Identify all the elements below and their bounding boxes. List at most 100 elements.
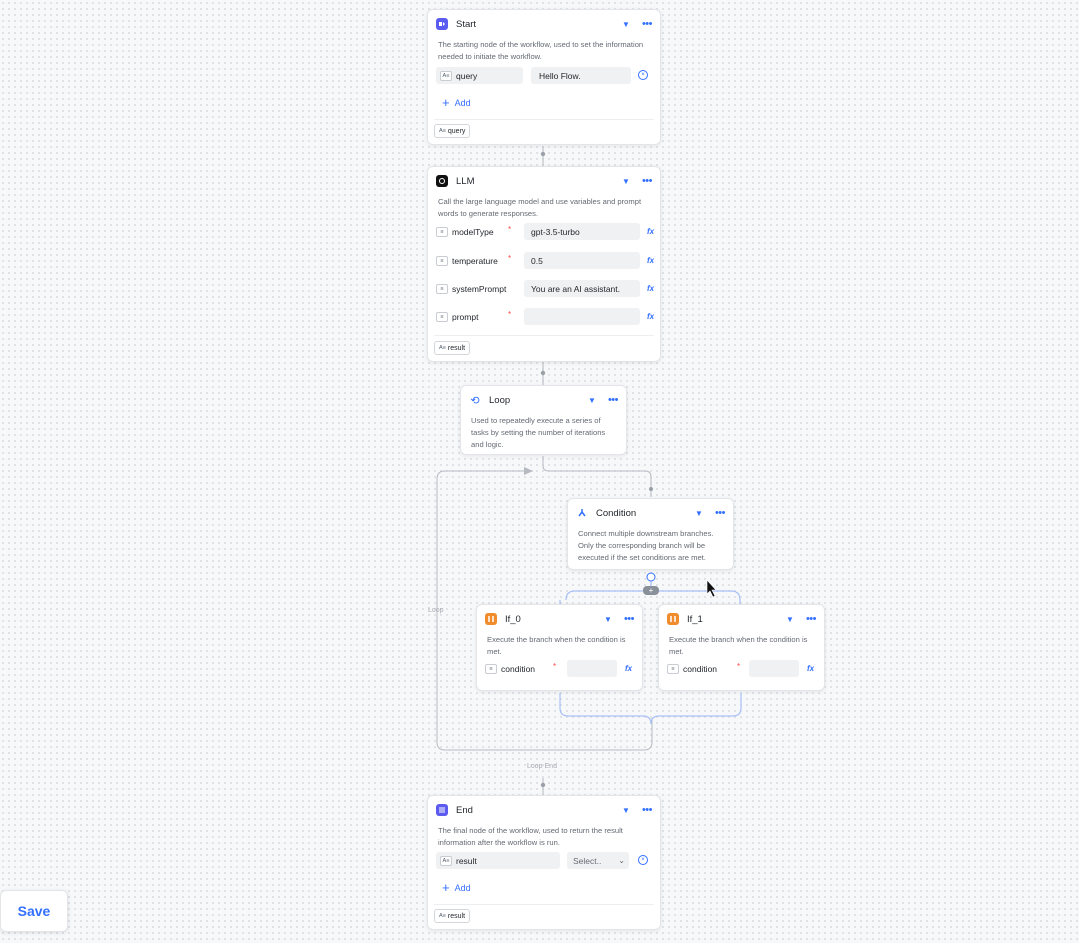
node-description: Execute the branch when the condition is… [487, 635, 626, 656]
if1-node[interactable]: If_1 ▼ ••• Execute the branch when the c… [658, 604, 825, 691]
output-name: query [447, 127, 466, 135]
edge-if0-merge [559, 693, 652, 725]
more-icon[interactable]: ••• [642, 19, 653, 30]
save-button[interactable]: Save [0, 890, 68, 932]
param-row: ≡ prompt fx [436, 308, 656, 325]
more-icon[interactable]: ••• [806, 614, 817, 625]
param-value-input[interactable]: 0.5 [524, 252, 640, 269]
select-placeholder: Select.. [573, 855, 602, 866]
more-icon[interactable]: ••• [642, 176, 653, 187]
param-type-icon: ≡ [436, 311, 448, 322]
chevron-down-icon[interactable]: ▼ [695, 509, 703, 518]
param-value-input[interactable] [524, 308, 640, 325]
param-type-icon: ≡ [485, 663, 497, 674]
loop-end-label: Loop End [527, 763, 557, 770]
node-title: LLM [456, 175, 475, 187]
variable-name-field[interactable]: A≡ result [436, 852, 560, 869]
variable-name-field[interactable]: A≡ query [436, 67, 523, 84]
chevron-down-icon[interactable]: ▼ [622, 177, 630, 186]
chevron-down-icon[interactable]: ▼ [622, 806, 630, 815]
divider [434, 335, 654, 336]
node-title: If_0 [505, 613, 521, 625]
param-type-icon: ≡ [436, 283, 448, 294]
start-icon [436, 18, 448, 30]
variable-name: result [456, 855, 477, 866]
more-icon[interactable]: ••• [715, 508, 726, 519]
node-title: If_1 [687, 613, 703, 625]
loop-edge-label: Loop [428, 607, 444, 614]
clear-icon[interactable]: × [638, 70, 648, 80]
condition-input[interactable] [567, 660, 617, 677]
param-row: ≡ temperature 0.5 fx [436, 252, 656, 269]
node-description: The starting node of the workflow, used … [438, 40, 644, 61]
more-icon[interactable]: ••• [624, 614, 635, 625]
fx-icon[interactable]: fx [647, 256, 654, 265]
fx-icon[interactable]: fx [647, 312, 654, 321]
divider [434, 904, 654, 905]
param-row: ≡ systemPrompt You are an AI assistant. … [436, 280, 656, 297]
condition-input[interactable] [749, 660, 799, 677]
string-type-icon: A≡ [439, 913, 446, 919]
param-row: ≡ condition fx [667, 660, 817, 677]
output-pill: A≡ query [434, 124, 471, 138]
clear-icon[interactable]: × [638, 855, 648, 865]
param-row: ≡ modelType gpt-3.5-turbo fx [436, 223, 656, 240]
required-mark: * [508, 225, 512, 234]
node-description: Execute the branch when the condition is… [669, 635, 808, 656]
chevron-down-icon[interactable]: ▼ [604, 615, 612, 624]
start-node[interactable]: Start ▼ ••• The starting node of the wor… [427, 9, 661, 145]
chevron-down-icon[interactable]: ▼ [588, 396, 596, 405]
more-icon[interactable]: ••• [608, 395, 619, 406]
fx-icon[interactable]: fx [625, 664, 632, 673]
param-name: systemPrompt [452, 283, 507, 294]
if-icon [485, 613, 497, 625]
node-description: Used to repeatedly execute a series of t… [471, 416, 606, 449]
add-label: Add [454, 883, 471, 893]
output-name: result [447, 344, 466, 352]
add-variable-button[interactable]: + Add [442, 95, 471, 110]
string-type-icon: A≡ [440, 855, 452, 866]
required-mark: * [508, 254, 512, 263]
if0-node[interactable]: If_0 ▼ ••• Execute the branch when the c… [476, 604, 643, 691]
param-name: temperature [452, 255, 498, 266]
output-pill: A≡ result [434, 341, 471, 355]
chevron-down-icon[interactable]: ▼ [786, 615, 794, 624]
llm-node[interactable]: LLM ▼ ••• Call the large language model … [427, 166, 661, 362]
string-type-icon: A≡ [440, 70, 452, 81]
param-value-input[interactable]: You are an AI assistant. [524, 280, 640, 297]
loop-icon: ⟲ [469, 394, 481, 407]
param-type-icon: ≡ [436, 226, 448, 237]
variable-value-input[interactable]: Hello Flow. [531, 67, 631, 84]
divider [434, 119, 654, 120]
fx-icon[interactable]: fx [647, 284, 654, 293]
node-description: The final node of the workflow, used to … [438, 826, 623, 847]
required-mark: * [553, 662, 557, 671]
param-name: modelType [452, 226, 494, 237]
output-name: result [447, 912, 466, 920]
param-name: prompt [452, 311, 479, 322]
node-title: Condition [596, 507, 637, 519]
condition-node[interactable]: Condition ▼ ••• Connect multiple downstr… [567, 498, 734, 570]
variable-select[interactable]: Select.. ⌄ [567, 852, 629, 869]
plus-icon: + [442, 95, 450, 110]
add-variable-button[interactable]: + Add [442, 881, 471, 894]
svg-text:+: + [649, 586, 654, 595]
string-type-icon: A≡ [439, 128, 446, 134]
fx-icon[interactable]: fx [807, 664, 814, 673]
add-label: Add [454, 98, 471, 108]
required-mark: * [737, 662, 741, 671]
edge-if1-merge [650, 693, 742, 725]
node-description: Call the large language model and use va… [438, 197, 642, 218]
chevron-down-icon: ⌄ [618, 856, 625, 865]
branch-icon [576, 507, 588, 519]
chevron-down-icon[interactable]: ▼ [622, 20, 630, 29]
more-icon[interactable]: ••• [642, 805, 653, 816]
required-mark: * [508, 310, 512, 319]
param-row: ≡ condition fx [485, 660, 635, 677]
if-icon [667, 613, 679, 625]
loop-node[interactable]: ⟲ Loop ▼ ••• Used to repeatedly execute … [460, 385, 627, 455]
node-title: Loop [489, 394, 511, 406]
end-node[interactable]: End ▼ ••• The final node of the workflow… [427, 795, 661, 930]
fx-icon[interactable]: fx [647, 227, 654, 236]
param-value-input[interactable]: gpt-3.5-turbo [524, 223, 640, 240]
